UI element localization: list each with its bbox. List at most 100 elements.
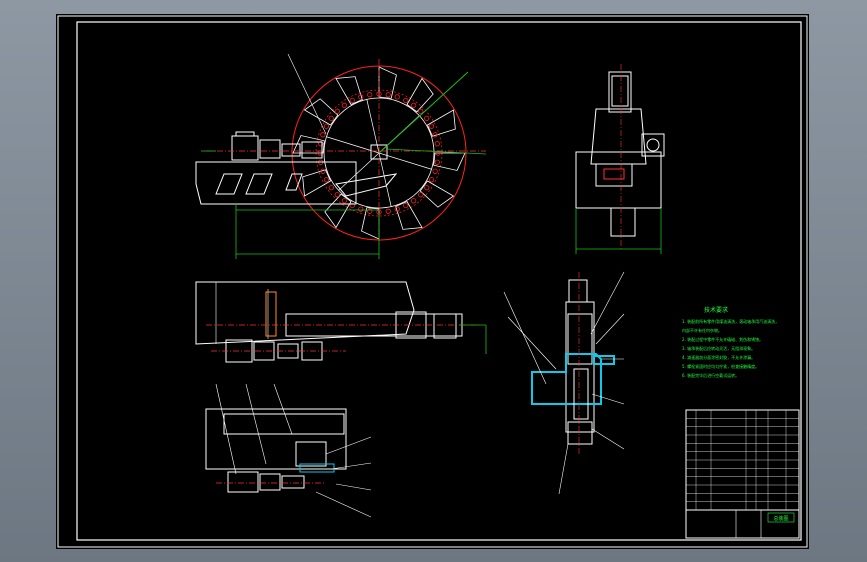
section-view (503, 271, 625, 495)
bolt-hole (434, 141, 440, 147)
bolt-hole (358, 206, 364, 212)
section-top-cap (568, 279, 588, 303)
technical-notes: 技术要求 1. 装配前所有零件用煤油清洗，滚动轴承用汽油清洗， 内部不许有任何杂… (682, 306, 779, 378)
section-hatch-flange (593, 355, 615, 365)
leader-line (507, 316, 557, 370)
bucket (324, 193, 352, 229)
side-motor-shaft (646, 138, 660, 152)
motor (231, 135, 259, 161)
bolt-hole (349, 97, 355, 104)
leader-line (215, 383, 237, 475)
side-base (575, 151, 662, 209)
title-block: 总装图 (685, 409, 800, 539)
notes-line: 1. 装配前所有零件用煤油清洗，滚动轴承用汽油清洗， (682, 318, 779, 324)
bucket (419, 180, 455, 208)
leader-line (325, 436, 372, 455)
notes-lines: 1. 装配前所有零件用煤油清洗，滚动轴承用汽油清洗， 内部不许有任何杂物。 2. … (682, 318, 779, 378)
bolt-hole (428, 177, 435, 183)
leader-line (558, 443, 569, 495)
bolt-hole (367, 92, 373, 98)
drawing-name: 总装图 (773, 515, 788, 522)
parts-list-grid (686, 410, 799, 511)
section-shaft-housing (565, 301, 595, 433)
leader-line (315, 491, 372, 518)
bolt-hole (403, 97, 409, 104)
bolt-hole (411, 102, 417, 108)
bucket (302, 169, 332, 197)
top-view (195, 281, 487, 363)
section-bushing (573, 368, 589, 420)
leader-line (287, 53, 327, 135)
engineering-drawing: 技术要求 1. 装配前所有零件用煤油清洗，滚动轴承用汽油清洗， 内部不许有任何杂… (57, 15, 808, 548)
leader-line (245, 383, 267, 465)
partial-view (205, 383, 372, 518)
notes-line: 5. 螺栓紧固时应均匀拧紧，检查接触精度。 (682, 363, 759, 369)
bucket (303, 98, 339, 126)
bolt-hole (341, 198, 347, 204)
notes-line: 3. 轴承装配后应转动灵活，无阻滞现象。 (682, 345, 755, 351)
bolt-hole (428, 123, 435, 129)
radius-dimension (378, 71, 469, 154)
front-view (195, 53, 487, 259)
bolt-hole (394, 94, 400, 100)
leader-line (591, 393, 625, 405)
bolt-hole (323, 123, 330, 129)
side-frame (590, 108, 647, 165)
reducer (259, 139, 281, 159)
partial-section (299, 463, 335, 473)
leader-line (335, 483, 372, 491)
side-wheel-inner (611, 75, 629, 107)
bolt-hole (320, 132, 326, 138)
bolt-hole (323, 177, 330, 183)
bolt-hole (334, 192, 340, 198)
bucket (361, 207, 380, 240)
cad-viewport[interactable]: 技术要求 1. 装配前所有零件用煤油清洗，滚动轴承用汽油清洗， 内部不许有任何杂… (0, 0, 867, 562)
partial-upper-plate (223, 413, 345, 435)
partial-coupling (281, 475, 305, 489)
frame-slot (245, 173, 273, 195)
frame-brace (335, 173, 398, 197)
bolt-hole (434, 159, 440, 165)
notes-line: 6. 装配完毕后进行空载试运转。 (682, 372, 739, 378)
bolt-hole (328, 185, 334, 191)
bolt-hole (418, 192, 424, 198)
notes-line: 2. 装配过程中零件不允许磕碰、划伤和锈蚀。 (682, 336, 763, 342)
leader-line (330, 462, 372, 470)
notes-title: 技术要求 (704, 306, 728, 314)
bolt-hole (432, 168, 438, 174)
bolt-hole (385, 208, 391, 214)
bolt-hole (334, 108, 340, 114)
partial-reducer (259, 473, 281, 491)
bucket (433, 152, 466, 171)
leader-line (591, 428, 625, 450)
top-bearing (265, 291, 277, 337)
bucket (426, 109, 456, 137)
top-frame (195, 281, 415, 345)
partial-frame (205, 408, 347, 470)
spoke (378, 152, 392, 207)
top-bucket (433, 313, 457, 339)
bucket (378, 66, 397, 99)
inner-frame (76, 21, 802, 541)
side-wheel-lower (610, 207, 636, 237)
leader-line (595, 313, 625, 345)
section-inner (567, 313, 593, 365)
partial-motor (227, 471, 259, 493)
bolt-hole (385, 92, 391, 98)
notes-line: 内部不许有任何杂物。 (682, 327, 722, 333)
leader-line (590, 271, 625, 335)
notes-line: 4. 减速器剖分面涂密封胶，不允许渗漏。 (682, 354, 755, 360)
bolt-hole (341, 102, 347, 108)
bolt-hole (424, 115, 430, 121)
bucket (335, 76, 363, 106)
partial-housing (295, 441, 327, 467)
bolt-hole (418, 108, 424, 114)
side-housing (595, 163, 633, 187)
frame-slot (215, 173, 243, 195)
outer-frame (57, 15, 808, 548)
motor-terminal (235, 131, 255, 137)
bucket (395, 200, 423, 230)
coupling (281, 143, 301, 157)
drawing-canvas[interactable]: 技术要求 1. 装配前所有零件用煤油清洗，滚动轴承用汽油清洗， 内部不许有任何杂… (56, 14, 809, 549)
bolt-hole (328, 115, 334, 121)
